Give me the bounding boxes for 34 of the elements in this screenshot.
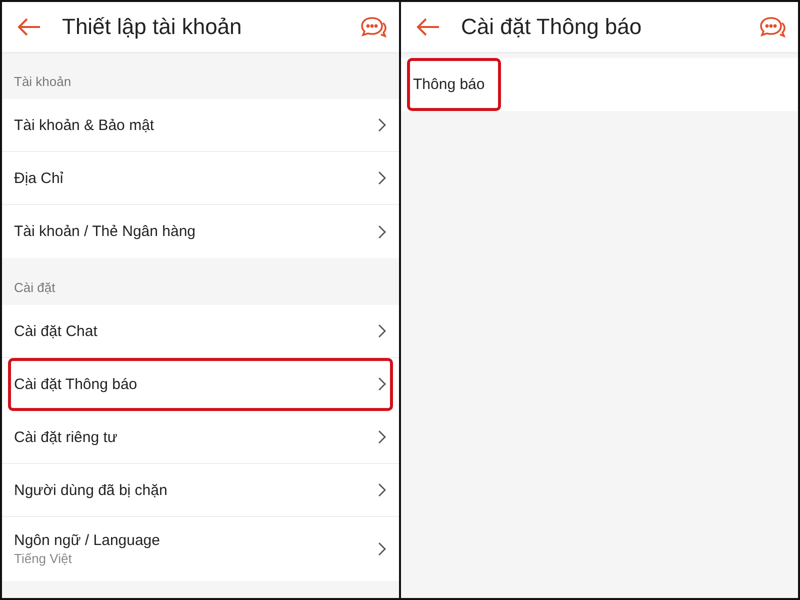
item-label: Tài khoản & Bảo mật (14, 116, 156, 134)
settings-item[interactable]: Cài đặt riêng tư (2, 411, 399, 464)
chevron-icon (377, 170, 387, 186)
settings-item[interactable]: Địa Chỉ (2, 152, 399, 205)
item-label: Cài đặt Chat (14, 322, 98, 340)
page-title: Cài đặt Thông báo (461, 14, 643, 40)
settings-item[interactable]: Cài đặt Thông báo (8, 358, 393, 411)
chevron-icon (377, 482, 387, 498)
settings-item[interactable]: Tài khoản & Bảo mật (2, 99, 399, 152)
item-value: Tiếng Việt (14, 551, 73, 566)
chevron-icon (377, 117, 387, 133)
back-icon[interactable] (415, 17, 441, 37)
chevron-icon (377, 323, 387, 339)
section-header: Tài khoản (13, 73, 72, 91)
section-header: Cài đặt (13, 279, 56, 297)
item-label: Địa Chỉ (14, 170, 64, 186)
item-label: Người dùng đã bị chặn (14, 482, 168, 498)
chat-icon[interactable] (758, 15, 786, 39)
chevron-icon (377, 224, 387, 240)
chevron-icon (377, 429, 387, 445)
chevron-icon (377, 541, 387, 557)
chevron-icon (377, 376, 387, 392)
settings-item[interactable]: Ngôn ngữ / Language Tiếng Việt (2, 517, 399, 581)
settings-item[interactable]: Người dùng đã bị chặn (2, 464, 399, 517)
settings-item[interactable]: Cài đặt Chat (2, 305, 399, 358)
item-label: Thông báo (413, 76, 486, 93)
item-label: Tài khoản / Thẻ Ngân hàng (14, 223, 197, 240)
back-icon[interactable] (16, 17, 42, 37)
chat-icon[interactable] (359, 15, 387, 39)
item-label: Cài đặt Thông báo (14, 376, 138, 392)
settings-item[interactable]: Tài khoản / Thẻ Ngân hàng (2, 205, 399, 258)
item-label: Ngôn ngữ / Language (14, 532, 161, 549)
item-label: Cài đặt riêng tư (14, 428, 118, 446)
page-title: Thiết lập tài khoản (62, 14, 243, 40)
